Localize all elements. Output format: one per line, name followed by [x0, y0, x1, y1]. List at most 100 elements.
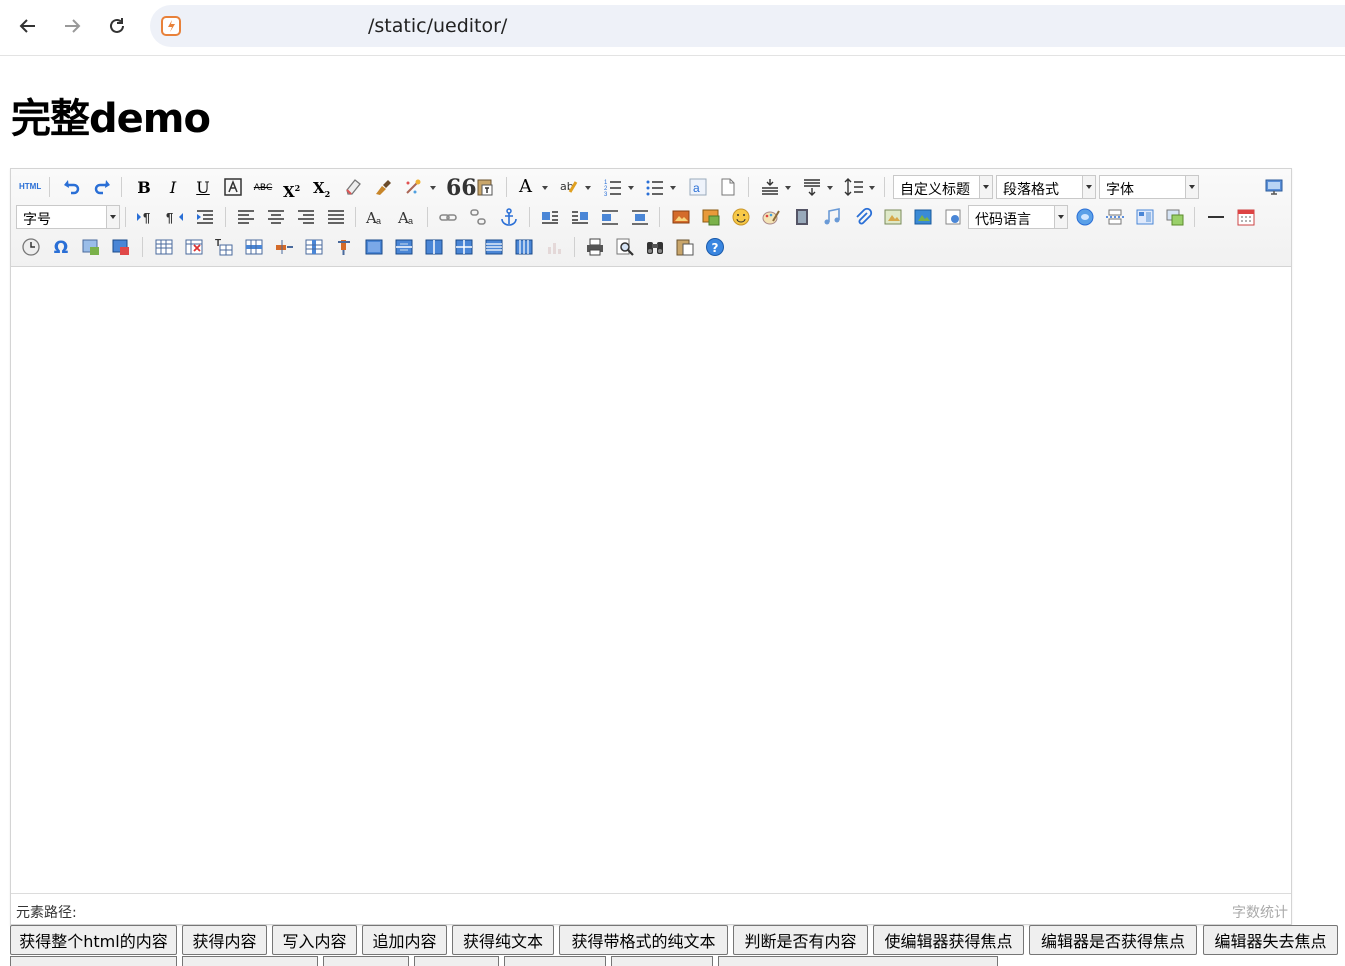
fullscreen-icon[interactable]	[1264, 177, 1284, 197]
get-plain-text-button[interactable]: 获得纯文本	[452, 925, 554, 955]
code-language-select[interactable]: 代码语言	[968, 205, 1068, 229]
web-app-icon[interactable]	[1075, 207, 1095, 227]
auto-typeset-icon[interactable]	[403, 177, 423, 197]
chart-icon[interactable]	[544, 237, 564, 257]
action-button[interactable]	[504, 956, 606, 966]
unordered-list-icon[interactable]	[645, 177, 665, 197]
horizontal-rule-icon[interactable]	[1206, 207, 1226, 227]
anchor-icon[interactable]	[499, 207, 519, 227]
set-blur-button[interactable]: 编辑器失去焦点	[1203, 925, 1338, 955]
image-float-right-icon[interactable]	[570, 207, 590, 227]
chevron-down-icon[interactable]	[979, 176, 992, 198]
chevron-down-icon[interactable]	[1082, 176, 1095, 198]
dropdown-caret[interactable]	[585, 186, 591, 193]
has-content-button[interactable]: 判断是否有内容	[733, 925, 868, 955]
set-content-button[interactable]: 写入内容	[272, 925, 357, 955]
dropdown-caret[interactable]	[785, 186, 791, 193]
dropdown-caret[interactable]	[430, 186, 436, 193]
insert-frame-icon[interactable]	[943, 207, 963, 227]
align-right-icon[interactable]	[296, 207, 316, 227]
get-content-button[interactable]: 获得内容	[182, 925, 267, 955]
address-url[interactable]: /static/ueditor/	[368, 15, 507, 37]
delete-row-icon[interactable]	[274, 237, 294, 257]
dropdown-caret[interactable]	[869, 186, 875, 193]
set-focus-button[interactable]: 使编辑器获得焦点	[873, 925, 1024, 955]
attachment-icon[interactable]	[853, 207, 873, 227]
strikethrough-icon[interactable]: ABC	[253, 177, 273, 197]
is-focus-button[interactable]: 编辑器是否获得焦点	[1029, 925, 1197, 955]
reload-icon[interactable]	[103, 12, 131, 40]
undo-icon[interactable]	[62, 177, 82, 197]
link-icon[interactable]	[438, 207, 458, 227]
editor-content-area[interactable]	[11, 267, 1291, 892]
font-border-icon[interactable]	[223, 177, 243, 197]
underline-icon[interactable]: U	[193, 177, 213, 197]
insert-image-remote-icon[interactable]	[111, 237, 131, 257]
chevron-down-icon[interactable]	[1185, 176, 1198, 198]
format-brush-icon[interactable]	[373, 177, 393, 197]
template-icon[interactable]	[1135, 207, 1155, 227]
insert-video-icon[interactable]	[792, 207, 812, 227]
to-uppercase-icon[interactable]: Aa	[365, 207, 385, 227]
background-color-icon[interactable]: ab	[559, 177, 579, 197]
source-html-button[interactable]: HTML	[19, 177, 43, 197]
paste-plain-icon[interactable]	[475, 177, 495, 197]
superscript-icon[interactable]: X2	[283, 177, 303, 201]
page-break-icon[interactable]	[1105, 207, 1125, 227]
unlink-icon[interactable]	[468, 207, 488, 227]
background-icon[interactable]	[1165, 207, 1185, 227]
draft-icon[interactable]	[675, 237, 695, 257]
image-float-left-icon[interactable]	[540, 207, 560, 227]
image-no-float-icon[interactable]	[600, 207, 620, 227]
emotion-icon[interactable]	[731, 207, 751, 227]
insert-table-icon[interactable]	[154, 237, 174, 257]
print-icon[interactable]	[585, 237, 605, 257]
action-button[interactable]	[718, 956, 998, 966]
merge-cells-icon[interactable]	[364, 237, 384, 257]
special-chars-icon[interactable]: Ω	[51, 237, 71, 258]
search-replace-icon[interactable]	[645, 237, 665, 257]
map-icon[interactable]	[883, 207, 903, 227]
google-map-icon[interactable]	[913, 207, 933, 227]
dropdown-caret[interactable]	[827, 186, 833, 193]
split-to-rows-icon[interactable]	[484, 237, 504, 257]
italic-icon[interactable]: I	[163, 177, 183, 197]
word-image-icon[interactable]	[81, 237, 101, 257]
get-formatted-plain-text-button[interactable]: 获得带格式的纯文本	[559, 925, 728, 955]
paragraph-format-select[interactable]: 段落格式	[996, 175, 1096, 199]
insert-image-icon[interactable]	[701, 207, 721, 227]
align-left-icon[interactable]	[236, 207, 256, 227]
align-center-icon[interactable]	[266, 207, 286, 227]
split-to-cells-icon[interactable]	[454, 237, 474, 257]
date-icon[interactable]	[1236, 207, 1256, 227]
rtl-direction-icon[interactable]: ¶	[165, 207, 185, 227]
action-button[interactable]	[323, 956, 409, 966]
time-icon[interactable]	[21, 237, 41, 257]
font-family-select[interactable]: 字体	[1099, 175, 1199, 199]
image-center-icon[interactable]	[630, 207, 650, 227]
insert-row-icon[interactable]	[244, 237, 264, 257]
font-size-select[interactable]: 字号	[16, 205, 120, 229]
delete-table-icon[interactable]	[184, 237, 204, 257]
music-icon[interactable]	[822, 207, 842, 227]
row-spacing-top-icon[interactable]	[760, 177, 780, 197]
action-button[interactable]	[10, 956, 177, 966]
dropdown-caret[interactable]	[542, 186, 548, 193]
ordered-list-icon[interactable]: 123	[603, 177, 623, 197]
preview-icon[interactable]	[615, 237, 635, 257]
dropdown-caret[interactable]	[670, 186, 676, 193]
action-button[interactable]	[414, 956, 499, 966]
select-all-icon[interactable]: a	[688, 177, 708, 197]
action-button[interactable]	[611, 956, 713, 966]
back-arrow-icon[interactable]	[14, 12, 42, 40]
scrawl-icon[interactable]	[761, 207, 781, 227]
bold-icon[interactable]: B	[134, 177, 154, 197]
line-height-icon[interactable]	[844, 177, 864, 197]
insert-col-icon[interactable]	[304, 237, 324, 257]
insert-paragraph-before-table-icon[interactable]: T	[214, 237, 234, 257]
indent-icon[interactable]	[195, 207, 215, 227]
row-spacing-bottom-icon[interactable]	[802, 177, 822, 197]
custom-heading-select[interactable]: 自定义标题	[893, 175, 993, 199]
ltr-direction-icon[interactable]: ¶	[135, 207, 155, 227]
align-justify-icon[interactable]	[326, 207, 346, 227]
